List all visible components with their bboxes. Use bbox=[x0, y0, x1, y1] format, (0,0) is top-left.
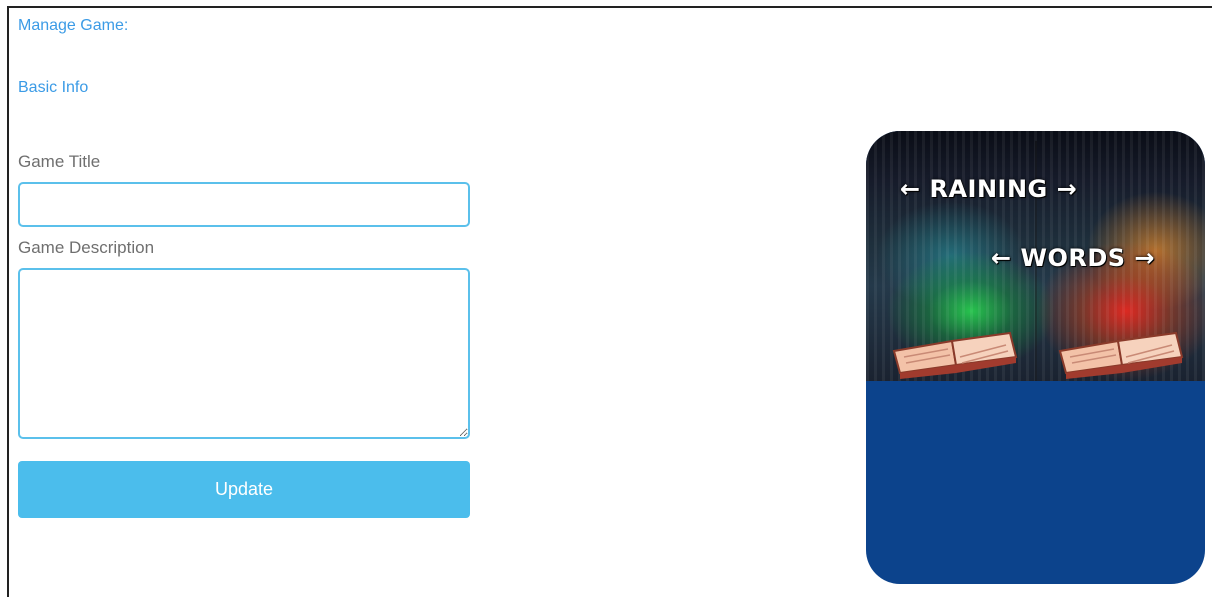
basic-info-heading: Basic Info bbox=[18, 79, 89, 96]
game-cover-image: ← RAINING → ← WORDS → bbox=[866, 131, 1205, 381]
game-preview-card: ← RAINING → ← WORDS → bbox=[866, 131, 1205, 584]
game-title-input[interactable] bbox=[18, 182, 470, 227]
game-description-textarea[interactable] bbox=[18, 268, 470, 439]
cover-title-line2: ← WORDS → bbox=[991, 244, 1155, 272]
update-button[interactable]: Update bbox=[18, 461, 470, 518]
manage-game-heading: Manage Game: bbox=[18, 17, 129, 34]
cover-title-line1: ← RAINING → bbox=[900, 175, 1078, 203]
game-description-label: Game Description bbox=[18, 238, 155, 257]
game-title-label: Game Title bbox=[18, 152, 101, 171]
open-book-icon bbox=[892, 331, 1018, 379]
open-book-icon bbox=[1058, 331, 1184, 379]
